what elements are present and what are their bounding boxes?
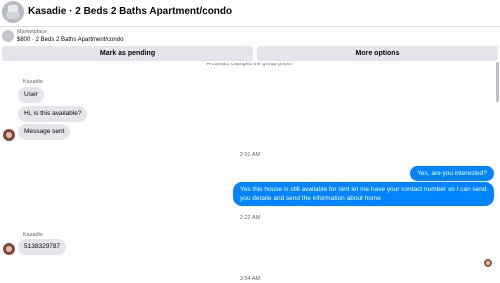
more-options-button[interactable]: More options xyxy=(257,46,498,61)
listing-detail: $800 · 2 Beds 2 Baths Apartment/condo xyxy=(17,37,124,43)
listing-thumbnail xyxy=(2,30,14,42)
scrollbar[interactable] xyxy=(496,62,499,102)
read-receipt-avatar xyxy=(484,259,492,267)
system-notice: A contact changed the group photo. xyxy=(206,63,294,67)
outgoing-message-line: Yes this house is still available for re… xyxy=(240,186,487,193)
conversation-title[interactable]: Kasadie · 2 Beds 2 Baths Apartment/condo xyxy=(28,6,232,17)
outgoing-message[interactable]: Yes this house is still available for re… xyxy=(233,182,494,206)
outgoing-message[interactable]: Yes, are you interested? xyxy=(410,166,494,181)
timestamp: 2:01 AM xyxy=(239,152,261,158)
incoming-message[interactable]: 5138329787 xyxy=(18,239,67,255)
mark-as-pending-button[interactable]: Mark as pending xyxy=(2,46,253,61)
incoming-message[interactable]: User xyxy=(18,87,44,103)
timestamp: 3:54 AM xyxy=(239,276,261,282)
incoming-message[interactable]: Hi, is this available? xyxy=(18,106,88,122)
listing-avatar[interactable] xyxy=(2,1,24,23)
outgoing-message-line: you detaile and send the information abo… xyxy=(240,195,381,202)
marketplace-listing-bar[interactable]: Marketplace $800 · 2 Beds 2 Baths Apartm… xyxy=(0,27,500,45)
conversation-header: Kasadie · 2 Beds 2 Baths Apartment/condo xyxy=(0,0,500,26)
marketplace-label: Marketplace xyxy=(17,29,47,35)
sender-name: Kasadie xyxy=(23,232,43,238)
contact-avatar[interactable] xyxy=(3,243,15,255)
timestamp: 2:22 AM xyxy=(239,215,261,221)
sender-name: Kasadie xyxy=(23,79,43,85)
contact-avatar[interactable] xyxy=(3,129,15,141)
incoming-message[interactable]: Message sent xyxy=(18,124,71,140)
